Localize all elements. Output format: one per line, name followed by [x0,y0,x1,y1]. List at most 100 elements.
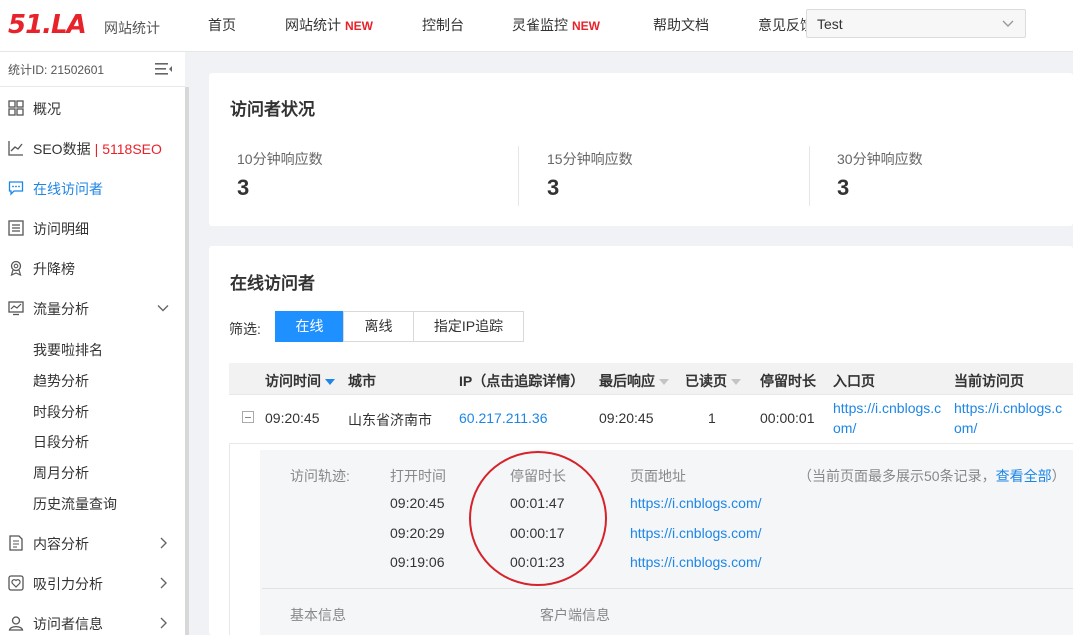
track-url-link[interactable]: https://i.cnblogs.com/ [630,495,762,511]
cell-current-page-link[interactable]: https://i.cnblogs.c [954,400,1062,416]
sidebar-item-online-visitors[interactable]: 在线访问者 [0,169,185,205]
column-header-current-page: 当前访问页 [954,373,1024,389]
sidebar-item-traffic-analysis[interactable]: 流量分析 [0,289,185,325]
section-title: 访问者状况 [230,100,315,119]
sidebar-item-label: 概况 [33,101,61,117]
chat-icon [8,181,24,196]
column-header-entry-page: 入口页 [833,373,875,389]
user-icon [8,616,24,631]
site-select-value: Test [817,16,843,32]
track-label: 访问轨迹: [290,468,350,484]
track-header-url: 页面地址 [630,468,686,484]
sidebar-item-attraction-analysis[interactable]: 吸引力分析 [0,564,185,600]
sort-desc-icon [325,379,335,386]
client-info-label: 客户端信息 [540,607,610,623]
divider [0,86,185,87]
sidebar-item-seo[interactable]: SEO数据 | 5118SEO [0,129,185,165]
sidebar-item-visitor-info[interactable]: 访问者信息 [0,604,185,635]
sidebar-item-label: SEO数据 [33,141,91,157]
logo[interactable]: 51.LA [8,10,87,40]
chevron-right-icon [160,617,167,629]
chevron-down-icon [1002,20,1014,27]
list-icon [8,220,24,236]
sidebar-scrollbar[interactable] [185,87,189,635]
nav-monitor[interactable]: 灵雀监控 NEW [512,15,600,35]
metric-value: 3 [237,175,250,200]
filter-label: 筛选: [229,321,261,337]
nav-console[interactable]: 控制台 [422,15,464,35]
seo-partner-tag[interactable]: 5118SEO [102,141,162,157]
column-header-visit-time[interactable]: 访问时间 [265,371,335,391]
cell-pages-read: 1 [708,410,716,426]
chevron-right-icon [160,537,167,549]
logo-subtitle: 网站统计 [104,20,160,36]
document-icon [9,535,23,551]
chevron-right-icon [160,577,167,589]
row-divider [229,394,1073,395]
sidebar-sub-item[interactable]: 周月分析 [33,463,89,483]
cell-city: 山东省济南市 [348,412,432,428]
column-header-city: 城市 [348,373,376,389]
collapse-row-icon[interactable] [242,411,254,423]
sidebar-sub-item[interactable]: 趋势分析 [33,371,89,391]
column-header-last-response[interactable]: 最后响应 [599,371,669,391]
cell-last-response: 09:20:45 [599,410,654,426]
track-open-time: 09:19:06 [390,554,445,570]
cell-visit-time: 09:20:45 [265,410,320,426]
basic-info-label: 基本信息 [290,607,346,623]
sidebar: 统计ID: 21502601 概况 SEO数据 | 5118SEO 在线访问者 访问… [0,52,185,635]
cell-entry-page-link[interactable]: https://i.cnblogs.c [833,400,941,416]
metric-label: 30分钟响应数 [837,151,923,167]
sort-icon [659,379,669,386]
track-url-link[interactable]: https://i.cnblogs.com/ [630,554,762,570]
filter-offline-button[interactable]: 离线 [343,311,414,342]
cell-current-page-link[interactable]: om/ [954,420,977,436]
nav-site-stats[interactable]: 网站统计 NEW [285,15,373,35]
nav-home[interactable]: 首页 [208,15,236,35]
metric-value: 3 [547,175,560,200]
traffic-icon [8,301,24,316]
sidebar-item-content-analysis[interactable]: 内容分析 [0,524,185,560]
sidebar-sub-item[interactable]: 日段分析 [33,432,89,452]
sidebar-item-rankings[interactable]: 升降榜 [0,249,185,285]
filter-online-button[interactable]: 在线 [275,311,344,342]
heart-icon [8,575,24,591]
filter-ip-track-button[interactable]: 指定IP追踪 [413,311,524,342]
sidebar-item-label: 在线访问者 [33,181,103,197]
track-note: （当前页面最多展示50条记录，查看全部） [798,468,1066,484]
cell-duration: 00:00:01 [760,410,815,426]
sidebar-item-label: 升降榜 [33,261,75,277]
track-open-time: 09:20:29 [390,525,445,541]
cell-ip-link[interactable]: 60.217.211.36 [459,410,548,426]
track-url-link[interactable]: https://i.cnblogs.com/ [630,525,762,541]
section-title: 在线访问者 [230,274,315,293]
track-header-open-time: 打开时间 [390,468,446,484]
track-open-time: 09:20:45 [390,495,445,511]
sidebar-item-visit-detail[interactable]: 访问明细 [0,209,185,245]
new-badge: NEW [345,19,373,33]
visitor-status-card: 访问者状况 [209,73,1073,226]
site-select[interactable]: Test [806,9,1026,38]
collapse-menu-icon[interactable] [155,61,173,77]
top-nav-bar: 51.LA 网站统计 首页 网站统计 NEW 控制台 灵雀监控 NEW 帮助文档 意… [0,0,1073,52]
sidebar-sub-item[interactable]: 我要啦排名 [33,340,103,360]
divider [518,146,519,206]
sidebar-item-label: 流量分析 [33,301,89,317]
cell-entry-page-link[interactable]: om/ [833,420,856,436]
new-badge: NEW [572,19,600,33]
column-header-duration: 停留时长 [760,373,816,389]
sidebar-item-overview[interactable]: 概况 [0,89,185,125]
chevron-down-icon [157,305,169,312]
divider [262,588,1073,589]
view-all-link[interactable]: 查看全部 [996,468,1052,484]
grid-icon [8,100,24,116]
annotation-circle [469,451,607,586]
sidebar-sub-item[interactable]: 时段分析 [33,402,89,422]
column-header-pages-read[interactable]: 已读页 [685,371,741,391]
metric-value: 3 [837,175,850,200]
sidebar-item-label: 访问明细 [33,221,89,237]
nav-help-docs[interactable]: 帮助文档 [653,15,709,35]
sort-icon [731,379,741,386]
sidebar-item-label: 内容分析 [33,536,89,552]
sidebar-sub-item[interactable]: 历史流量查询 [33,494,117,514]
